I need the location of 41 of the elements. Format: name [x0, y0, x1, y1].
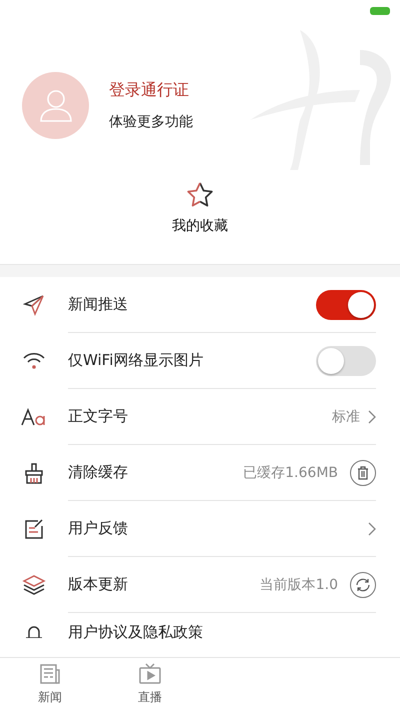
tab[interactable]: 新闻: [0, 658, 100, 711]
setting-label: 用户协议及隐私政策: [68, 622, 204, 642]
trash-icon: [357, 466, 369, 480]
trash-button[interactable]: [350, 460, 376, 486]
note-edit-icon: [23, 518, 45, 540]
setting-label: 版本更新: [68, 575, 129, 594]
refresh-icon: [355, 576, 371, 592]
login-subtitle: 体验更多功能: [109, 113, 193, 131]
setting-value: 标准: [332, 408, 360, 426]
wifi-icon: [22, 352, 46, 370]
toggle-switch[interactable]: [316, 346, 376, 376]
settings-row[interactable]: 正文字号 标准: [0, 389, 400, 445]
tab[interactable]: 直播: [100, 658, 200, 711]
favorites-button[interactable]: 我的收藏: [172, 181, 228, 235]
refresh-button[interactable]: [350, 572, 376, 598]
chevron-right-icon: [368, 522, 376, 536]
star-icon: [186, 181, 214, 209]
setting-label: 用户反馈: [68, 519, 129, 538]
battery-icon: [370, 7, 390, 15]
broom-icon: [23, 462, 45, 484]
layers-icon: [22, 574, 46, 596]
setting-value: 当前版本1.0: [260, 576, 338, 594]
tv-icon: [138, 663, 162, 685]
paper-plane-icon: [23, 294, 45, 316]
setting-label: 新闻推送: [68, 295, 129, 314]
font-size-icon: [21, 408, 47, 426]
settings-row[interactable]: 用户反馈: [0, 501, 400, 557]
newspaper-icon: [39, 663, 61, 685]
toggle-switch[interactable]: [316, 290, 376, 320]
settings-row[interactable]: 新闻推送: [0, 277, 400, 333]
chevron-right-icon: [368, 410, 376, 424]
settings-row[interactable]: 清除缓存 已缓存1.66MB: [0, 445, 400, 501]
setting-label: 仅WiFi网络显示图片: [68, 351, 204, 370]
setting-label: 清除缓存: [68, 463, 129, 482]
settings-row[interactable]: 用户协议及隐私政策: [0, 613, 400, 651]
login-link[interactable]: 登录通行证: [109, 80, 193, 101]
settings-row[interactable]: 仅WiFi网络显示图片: [0, 333, 400, 389]
lock-icon: [24, 626, 44, 638]
setting-value: 已缓存1.66MB: [243, 464, 338, 482]
settings-row[interactable]: 版本更新 当前版本1.0: [0, 557, 400, 613]
setting-label: 正文字号: [68, 407, 129, 426]
